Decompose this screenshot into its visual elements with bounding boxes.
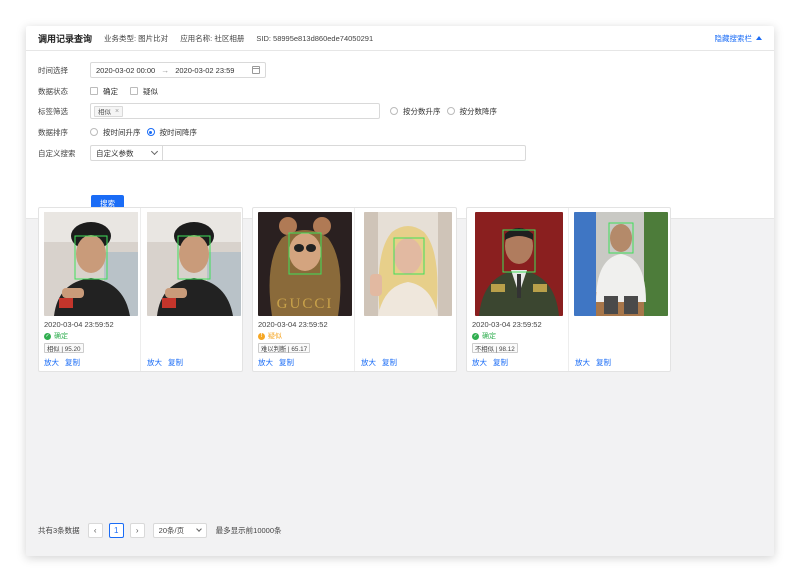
copy-link[interactable]: 复制 [596, 357, 611, 368]
zoom-link[interactable]: 放大 [44, 357, 59, 368]
page-size-select[interactable]: 20条/页 [152, 523, 207, 538]
close-icon[interactable]: × [115, 108, 119, 115]
arrow-right-icon: → [161, 65, 170, 75]
card-actions: 放大 复制 [258, 357, 294, 368]
hide-search-label: 隐藏搜索栏 [714, 33, 753, 43]
card-right: 放大 复制 [356, 208, 458, 371]
check-circle-icon: ✓ [472, 332, 479, 340]
copy-link[interactable]: 复制 [168, 357, 183, 368]
time-row: 时间选择 2020-03-02 00:00 → 2020-03-02 23:59 [38, 62, 266, 78]
calendar-icon [252, 66, 260, 74]
radio-time-desc[interactable]: 按时间降序 [146, 127, 197, 138]
copy-link[interactable]: 复制 [65, 357, 80, 368]
page-button-1[interactable]: 1 [108, 523, 124, 538]
tag-label: 标签筛选 [38, 106, 68, 116]
zoom-link[interactable]: 放大 [361, 357, 376, 368]
timestamp: 2020-03-04 23:59:52 [44, 320, 114, 329]
score-badge: 不相似 | 98.12 [472, 343, 518, 353]
date-start: 2020-03-02 00:00 [96, 65, 156, 75]
copy-link[interactable]: 复制 [493, 357, 508, 368]
tag-row: 标签筛选 相似 × 按分数升序 按分数降序 [38, 103, 503, 119]
face-photo[interactable]: GUCCI [258, 212, 352, 316]
card-actions: 放大 复制 [147, 357, 183, 368]
copy-link[interactable]: 复制 [279, 357, 294, 368]
sid-label: SID: 58995e813d860ede74050291 [256, 33, 374, 43]
card-actions: 放大 复制 [472, 357, 508, 368]
timestamp: 2020-03-04 23:59:52 [258, 320, 328, 329]
status-confirmed: ✓ 确定 [44, 332, 68, 340]
zoom-link[interactable]: 放大 [575, 357, 590, 368]
app-window: 调用记录查询 业务类型: 图片比对 应用名称: 社区相册 SID: 58995e… [26, 26, 774, 556]
warning-circle-icon: ! [258, 332, 265, 340]
order-row: 数据排序 按时间升序 按时间降序 [38, 124, 203, 140]
zoom-link[interactable]: 放大 [472, 357, 487, 368]
tag-select[interactable]: 相似 × [90, 103, 380, 119]
total-count: 共有3条数据 [38, 526, 80, 535]
hide-search-toggle[interactable]: 隐藏搜索栏 [714, 33, 762, 44]
status-suspected: ! 疑似 [258, 331, 282, 341]
check-circle-icon: ✓ [44, 332, 51, 340]
checkbox-confirmed[interactable]: 确定 [90, 86, 118, 97]
custom-label: 自定义搜索 [38, 148, 76, 158]
zoom-link[interactable]: 放大 [258, 357, 273, 368]
custom-search-input[interactable] [162, 145, 526, 161]
score-badge: 难以判断 | 65.17 [258, 343, 311, 353]
svg-text:GUCCI: GUCCI [277, 296, 334, 312]
state-label: 数据状态 [38, 86, 68, 96]
custom-row: 自定义搜索 自定义参数 [38, 145, 526, 161]
timestamp: 2020-03-04 23:59:52 [472, 320, 542, 329]
face-photo[interactable] [147, 212, 241, 316]
card-actions: 放大 复制 [575, 357, 611, 368]
state-row: 数据状态 确定 疑似 [38, 83, 170, 99]
face-photo[interactable] [475, 212, 563, 316]
radio-score-asc[interactable]: 按分数升序 [390, 106, 441, 117]
business-type: 业务类型: 图片比对 [104, 33, 169, 43]
checkbox-suspected[interactable]: 疑似 [130, 86, 158, 97]
filter-panel: 时间选择 2020-03-02 00:00 → 2020-03-02 23:59… [26, 51, 774, 219]
status-confirmed: ✓ 确定 [472, 332, 496, 340]
face-photo[interactable] [574, 212, 668, 316]
order-label: 数据排序 [38, 127, 68, 137]
date-end: 2020-03-02 23:59 [175, 65, 235, 75]
card-actions: 放大 复制 [44, 357, 80, 368]
results-list: 2020-03-04 23:59:52 ✓ 确定 相似 | 95.20 放大 复… [38, 207, 671, 372]
card-left: GUCCI 2020-03-04 23:59:52 ! 疑似 难以判断 | 65… [253, 208, 355, 371]
face-photo[interactable] [364, 212, 452, 316]
date-range-picker[interactable]: 2020-03-02 00:00 → 2020-03-02 23:59 [90, 62, 266, 78]
tag-chip: 相似 × [94, 105, 124, 117]
max-display-note: 最多显示前10000条 [215, 526, 282, 535]
face-photo[interactable] [44, 212, 138, 316]
card-left: 2020-03-04 23:59:52 ✓ 确定 不相似 | 98.12 放大 … [467, 208, 569, 371]
card-right: 放大 复制 [142, 208, 244, 371]
time-label: 时间选择 [38, 65, 68, 75]
caret-up-icon [756, 36, 762, 40]
custom-param-select[interactable]: 自定义参数 [90, 145, 162, 161]
prev-page-button[interactable]: ‹ [87, 523, 103, 538]
chevron-left-icon: ‹ [93, 526, 97, 535]
next-page-button[interactable]: › [129, 523, 145, 538]
card-actions: 放大 复制 [361, 357, 397, 368]
score-badge: 相似 | 95.20 [44, 343, 84, 353]
page-title: 调用记录查询 [38, 33, 93, 44]
result-card: 2020-03-04 23:59:52 ✓ 确定 相似 | 95.20 放大 复… [38, 207, 243, 372]
zoom-link[interactable]: 放大 [147, 357, 162, 368]
card-right: 放大 复制 [570, 208, 672, 371]
header-bar: 调用记录查询 业务类型: 图片比对 应用名称: 社区相册 SID: 58995e… [26, 26, 774, 51]
result-card: 2020-03-04 23:59:52 ✓ 确定 不相似 | 98.12 放大 … [466, 207, 671, 372]
radio-time-asc[interactable]: 按时间升序 [90, 127, 141, 138]
copy-link[interactable]: 复制 [382, 357, 397, 368]
chevron-down-icon [195, 526, 202, 532]
pagination: 共有3条数据 ‹ 1 › 20条/页 最多显示前10000条 [38, 523, 282, 538]
chevron-right-icon: › [135, 526, 139, 535]
chevron-down-icon [150, 147, 159, 156]
card-left: 2020-03-04 23:59:52 ✓ 确定 相似 | 95.20 放大 复… [39, 208, 141, 371]
app-name: 应用名称: 社区相册 [180, 33, 245, 43]
result-card: GUCCI 2020-03-04 23:59:52 ! 疑似 难以判断 | 65… [252, 207, 457, 372]
radio-score-desc[interactable]: 按分数降序 [446, 106, 497, 117]
